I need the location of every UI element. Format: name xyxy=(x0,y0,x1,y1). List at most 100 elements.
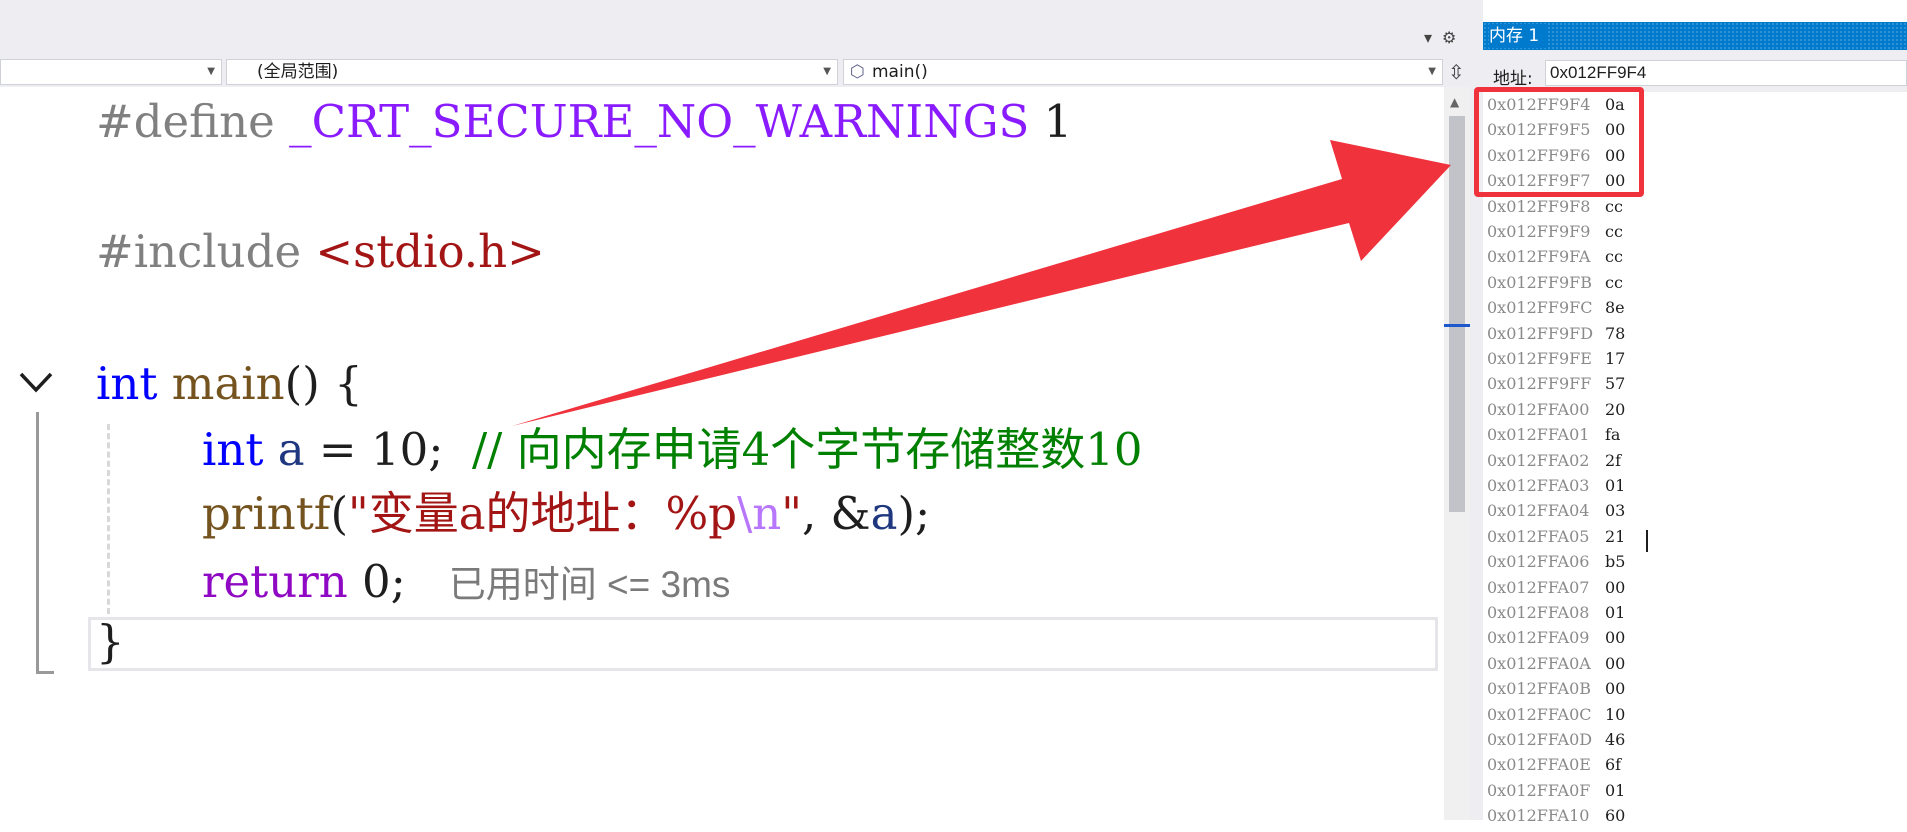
memory-byte-value: 2f xyxy=(1605,450,1622,470)
memory-row[interactable]: 0x012FFA01 fa xyxy=(1487,425,1620,451)
memory-row[interactable]: 0x012FFA10 60 xyxy=(1487,806,1625,832)
memory-address-bar: 地址: 0x012FF9F4 xyxy=(1483,50,1907,92)
scrollbar-thumb[interactable] xyxy=(1449,116,1465,512)
memory-address: 0x012FF9F8 xyxy=(1487,196,1591,216)
memory-byte-value: 00 xyxy=(1605,628,1626,648)
memory-byte-value: 01 xyxy=(1605,780,1626,800)
project-dropdown[interactable]: ▼ xyxy=(0,59,222,85)
memory-row[interactable]: 0x012FFA0F 01 xyxy=(1487,781,1625,807)
memory-row[interactable]: 0x012FF9FB cc xyxy=(1487,273,1623,299)
memory-row[interactable]: 0x012FFA03 01 xyxy=(1487,476,1625,502)
scope-label: (全局范围) xyxy=(257,62,339,82)
memory-byte-value: 60 xyxy=(1605,806,1626,826)
elapsed-time-hint: 已用时间 <= 3ms xyxy=(448,564,731,605)
memory-address: 0x012FFA02 xyxy=(1487,450,1590,470)
memory-byte-value: fa xyxy=(1605,425,1621,445)
memory-address: 0x012FF9FC xyxy=(1487,298,1593,318)
memory-row[interactable]: 0x012FFA06 b5 xyxy=(1487,552,1625,578)
memory-address: 0x012FFA04 xyxy=(1487,501,1590,521)
memory-row[interactable]: 0x012FFA0C 10 xyxy=(1487,705,1625,731)
code-line-9: } xyxy=(96,615,125,668)
memory-row[interactable]: 0x012FFA0D 46 xyxy=(1487,730,1625,756)
memory-byte-value: cc xyxy=(1605,196,1623,216)
memory-row[interactable]: 0x012FFA04 03 xyxy=(1487,501,1625,527)
code-line-1: #define _CRT_SECURE_NO_WARNINGS 1 xyxy=(96,95,1073,148)
text-cursor xyxy=(1646,530,1648,552)
address-input[interactable]: 0x012FF9F4 xyxy=(1545,60,1907,86)
scroll-position-marker xyxy=(1444,324,1470,327)
memory-address: 0x012FFA10 xyxy=(1487,806,1590,826)
memory-row[interactable]: 0x012FFA0E 6f xyxy=(1487,755,1621,781)
memory-row[interactable]: 0x012FF9FC 8e xyxy=(1487,298,1625,324)
memory-byte-value: 8e xyxy=(1605,298,1625,318)
memory-byte-value: 01 xyxy=(1605,603,1626,622)
scroll-up-icon[interactable]: ▲ xyxy=(1450,95,1459,109)
memory-address: 0x012FFA09 xyxy=(1487,628,1590,648)
memory-byte-value: 00 xyxy=(1605,679,1626,699)
memory-row[interactable]: 0x012FF9FD 78 xyxy=(1487,324,1625,350)
memory-address: 0x012FFA07 xyxy=(1487,577,1590,597)
memory-address: 0x012FF9FE xyxy=(1487,349,1592,368)
memory-address: 0x012FF9FA xyxy=(1487,247,1591,267)
code-line-7: printf("变量a的地址：%p\n", &a); xyxy=(202,487,931,540)
memory-address: 0x012FFA00 xyxy=(1487,399,1590,419)
memory-row[interactable]: 0x012FF9F8 cc xyxy=(1487,197,1623,223)
navigation-bar: ▼ (全局范围) ▼ ⬡ main() ▼ xyxy=(0,55,1483,87)
memory-address: 0x012FFA0B xyxy=(1487,679,1592,699)
memory-byte-value: 00 xyxy=(1605,653,1626,673)
code-line-6: int a = 10; // 向内存申请4个字节存储整数10 xyxy=(202,423,1143,476)
code-line-5: int main() { xyxy=(96,357,363,410)
memory-address: 0x012FFA0D xyxy=(1487,730,1593,749)
memory-row[interactable]: 0x012FFA02 2f xyxy=(1487,451,1621,477)
memory-address: 0x012FFA06 xyxy=(1487,552,1590,572)
function-label: main() xyxy=(872,62,928,82)
chevron-down-icon: ▼ xyxy=(1428,66,1436,77)
memory-address: 0x012FF9F9 xyxy=(1487,222,1591,241)
memory-byte-value: 00 xyxy=(1605,577,1626,597)
fold-guide xyxy=(36,412,39,674)
memory-address: 0x012FF9FF xyxy=(1487,374,1592,394)
chevron-down-icon: ▼ xyxy=(207,66,215,77)
editor-top-strip xyxy=(0,0,1483,55)
memory-byte-value: 20 xyxy=(1605,399,1626,419)
memory-row[interactable]: 0x012FF9FA cc xyxy=(1487,247,1623,273)
fold-guide-end xyxy=(36,671,54,674)
memory-address: 0x012FFA0C xyxy=(1487,704,1592,724)
memory-row[interactable]: 0x012FFA08 01 xyxy=(1487,603,1625,629)
indent-guide xyxy=(107,424,110,614)
memory-byte-value: b5 xyxy=(1605,552,1626,572)
current-line-highlight xyxy=(88,617,1438,671)
memory-address: 0x012FFA0F xyxy=(1487,780,1591,800)
memory-byte-value: cc xyxy=(1605,247,1623,267)
memory-byte-value: cc xyxy=(1605,222,1623,241)
memory-byte-value: 03 xyxy=(1605,501,1626,521)
memory-row[interactable]: 0x012FF9FE 17 xyxy=(1487,349,1625,375)
scope-dropdown[interactable]: (全局范围) ▼ xyxy=(226,59,838,85)
memory-row[interactable]: 0x012FFA0A 00 xyxy=(1487,654,1625,680)
memory-row[interactable]: 0x012FF9FF 57 xyxy=(1487,374,1625,400)
tab-options: ▾ ⚙ xyxy=(1424,28,1466,47)
memory-row[interactable]: 0x012FFA05 21 xyxy=(1487,527,1625,553)
collapse-chevron-icon[interactable] xyxy=(18,368,54,396)
function-dropdown[interactable]: ⬡ main() ▼ xyxy=(843,59,1443,85)
memory-address: 0x012FF9FD xyxy=(1487,323,1594,343)
memory-address: 0x012FFA0A xyxy=(1487,653,1591,673)
split-window-icon[interactable]: ⇳ xyxy=(1448,60,1465,84)
memory-row[interactable]: 0x012FFA09 00 xyxy=(1487,628,1625,654)
memory-window-title-bar[interactable]: 内存 1 xyxy=(1483,22,1907,50)
address-label: 地址: xyxy=(1493,69,1533,89)
memory-window-title: 内存 1 xyxy=(1489,24,1548,48)
memory-address: 0x012FF9FB xyxy=(1487,272,1592,292)
memory-row[interactable]: 0x012FF9F9 cc xyxy=(1487,222,1623,248)
memory-address: 0x012FFA0E xyxy=(1487,755,1591,775)
memory-row[interactable]: 0x012FFA0B 00 xyxy=(1487,679,1625,705)
memory-row[interactable]: 0x012FFA07 00 xyxy=(1487,578,1625,604)
code-line-3: #include <stdio.h> xyxy=(96,225,545,278)
chevron-down-icon: ▼ xyxy=(823,66,831,77)
gear-icon[interactable]: ⚙ xyxy=(1442,28,1456,47)
memory-rows[interactable]: 0x012FF9F4 0a 0x012FF9F5 00 0x012FF9F6 00 0x01… xyxy=(1483,95,1907,825)
dropdown-arrow-icon[interactable]: ▾ xyxy=(1424,28,1432,47)
memory-row[interactable]: 0x012FFA00 20 xyxy=(1487,400,1625,426)
memory-byte-value: cc xyxy=(1605,272,1623,292)
editor-vertical-scrollbar[interactable]: ▲ xyxy=(1444,87,1470,820)
